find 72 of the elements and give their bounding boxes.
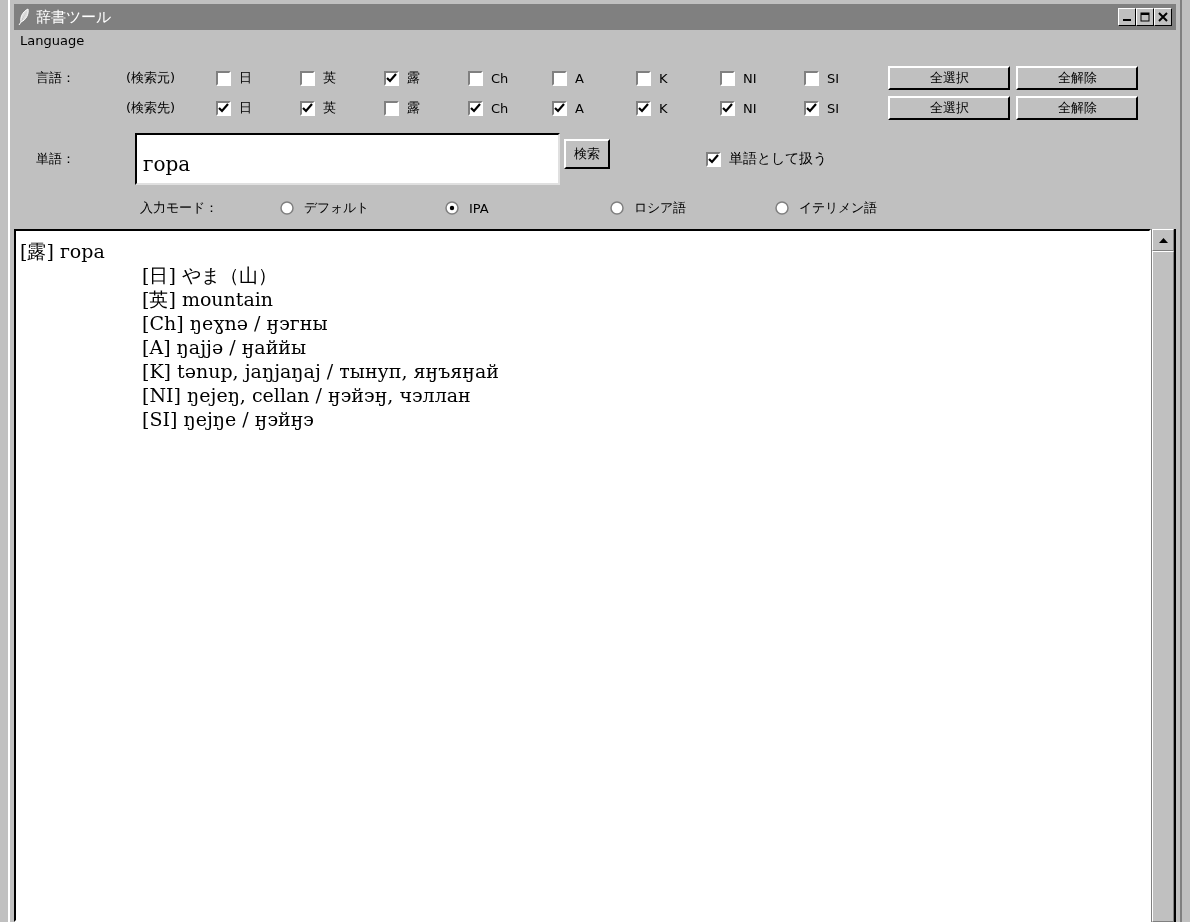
row-label: (検索先) (126, 99, 177, 117)
result-line: [NI] ŋejeŋ, cellan / ӈэйэӈ, чэллан (142, 383, 472, 407)
checkbox[interactable] (216, 100, 231, 116)
checkbox[interactable] (720, 70, 735, 86)
result-line: [露] гора (20, 239, 106, 263)
feather-icon (18, 8, 30, 26)
radio-button[interactable] (775, 201, 789, 215)
word-label: 単語： (36, 150, 76, 168)
result-line: [日] やま（山） (142, 263, 278, 287)
radio-label: IPA (469, 200, 489, 216)
checkbox[interactable] (552, 70, 567, 86)
search-button[interactable]: 検索 (564, 139, 610, 169)
radio-button[interactable] (280, 201, 294, 215)
close-icon (1158, 12, 1168, 22)
result-line: [A] ŋajjə / ӈаййы (142, 335, 308, 359)
checkbox[interactable] (216, 70, 231, 86)
checkbox-label: K (659, 70, 668, 86)
result-line: [英] mountain (142, 287, 275, 311)
result-line: [Ch] ŋeɣnə / ӈэгны (142, 311, 329, 335)
checkbox-label: Ch (491, 70, 509, 86)
checkbox-label: 英 (323, 69, 336, 87)
checkbox[interactable] (804, 70, 819, 86)
checkbox-label: SI (827, 70, 840, 86)
maximize-icon (1140, 12, 1150, 22)
checkbox[interactable] (384, 100, 399, 116)
checkbox-label: NI (743, 100, 757, 116)
menu-item[interactable]: Language (20, 33, 85, 48)
checkbox-label: Ch (491, 100, 509, 116)
checkbox[interactable] (636, 100, 651, 116)
checkbox-label: 日 (239, 99, 252, 117)
languages-label: 言語： (36, 69, 76, 87)
checkbox[interactable] (300, 100, 315, 116)
checkbox[interactable] (300, 70, 315, 86)
radio-button[interactable] (445, 201, 459, 215)
checkbox[interactable] (384, 70, 399, 86)
clear-all-button[interactable]: 全解除 (1016, 66, 1138, 90)
checkbox[interactable] (636, 70, 651, 86)
radio-label: ロシア語 (634, 199, 686, 217)
checkbox-label: 露 (407, 99, 420, 117)
checkbox[interactable] (468, 70, 483, 86)
checkbox-label: K (659, 100, 668, 116)
row-label: (検索元) (126, 69, 177, 87)
checkbox[interactable] (552, 100, 567, 116)
checkbox[interactable] (468, 100, 483, 116)
radio-label: イテリメン語 (799, 199, 877, 217)
checkbox-label: A (575, 70, 584, 86)
radio-label: デフォルト (304, 199, 369, 217)
select-all-button[interactable]: 全選択 (888, 96, 1010, 120)
checkbox-label: 日 (239, 69, 252, 87)
checkbox-label: 英 (323, 99, 336, 117)
up-arrow-icon[interactable] (1158, 237, 1168, 243)
maximize-button[interactable] (1136, 8, 1154, 26)
result-line: [SI] ŋejŋe / ӈэйӈэ (142, 407, 315, 431)
checkbox[interactable] (720, 100, 735, 116)
select-all-button[interactable]: 全選択 (888, 66, 1010, 90)
window-title: 辞書ツール (36, 7, 112, 27)
clear-all-button[interactable]: 全解除 (1016, 96, 1138, 120)
result-line: [K] tənup, jaŋjaŋaj / тынуп, яӈъяӈай (142, 359, 500, 383)
checkbox[interactable] (804, 100, 819, 116)
checkbox-label: SI (827, 100, 840, 116)
minimize-icon (1123, 19, 1131, 21)
checkbox-label: A (575, 100, 584, 116)
checkbox-label: 露 (407, 69, 420, 87)
checkbox-label: NI (743, 70, 757, 86)
minimize-button[interactable] (1118, 8, 1136, 26)
radio-button[interactable] (610, 201, 624, 215)
checkbox-label: 単語として扱う (729, 150, 827, 168)
close-button[interactable] (1154, 8, 1172, 26)
word-input-field[interactable]: гора (135, 133, 560, 185)
scrollbar[interactable] (1151, 229, 1176, 922)
checkbox[interactable] (706, 151, 721, 167)
input-mode-label: 入力モード： (140, 199, 219, 217)
